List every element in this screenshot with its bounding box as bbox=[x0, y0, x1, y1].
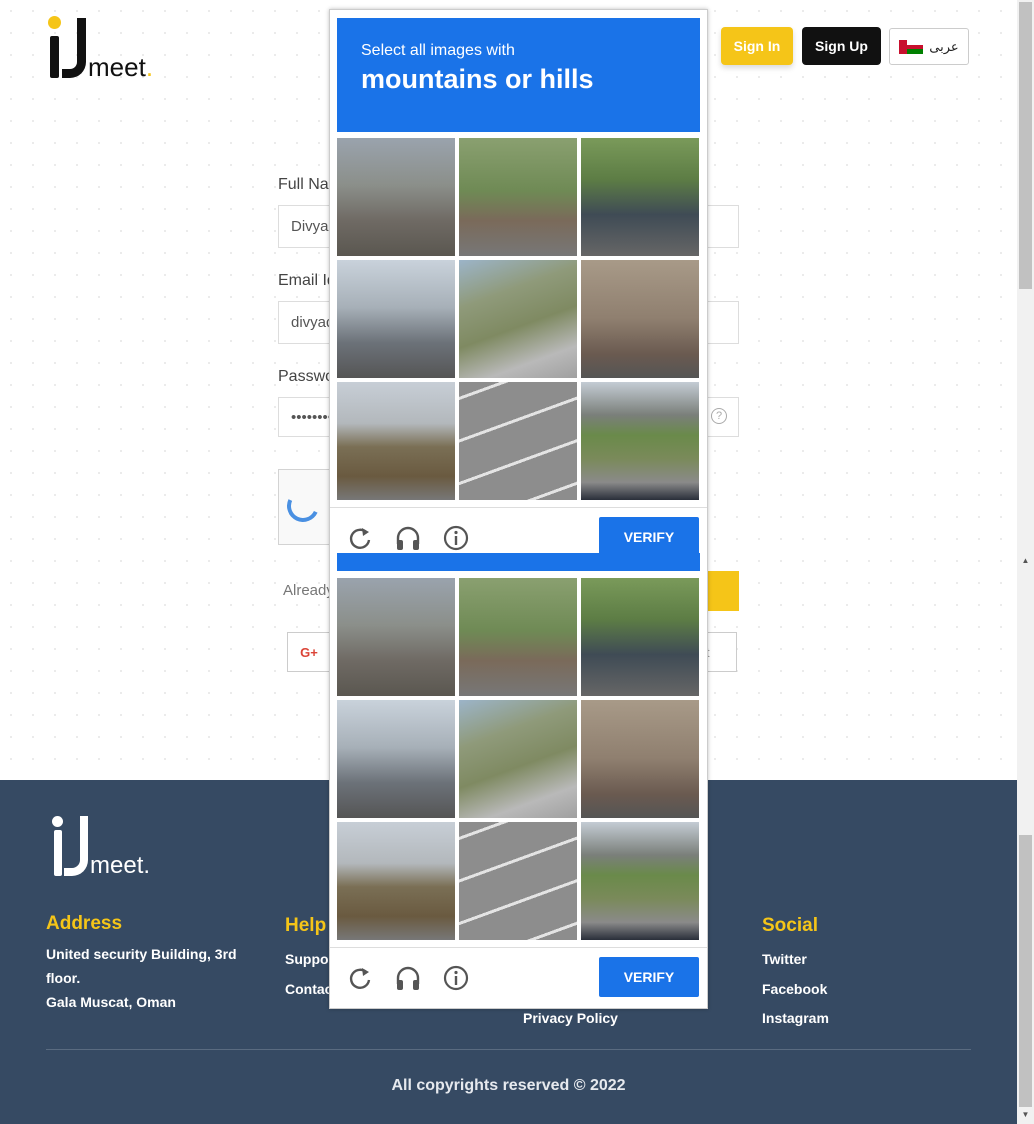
contact-link[interactable]: Contac bbox=[285, 981, 332, 997]
facebook-link[interactable]: Facebook bbox=[762, 981, 827, 997]
tile-brick-building[interactable] bbox=[581, 260, 699, 378]
support-link[interactable]: Suppor bbox=[285, 951, 334, 967]
brand-logo[interactable]: meet. bbox=[48, 16, 168, 82]
recaptcha-checkbox[interactable] bbox=[278, 469, 334, 545]
tile-overpass[interactable] bbox=[581, 382, 699, 500]
tile-hill-road[interactable] bbox=[459, 260, 577, 378]
tile-traffic-light-duplicate[interactable] bbox=[337, 578, 455, 696]
footer-divider bbox=[46, 1049, 971, 1050]
loading-spinner-icon bbox=[282, 485, 324, 527]
scroll-down-arrow-icon[interactable]: ▼ bbox=[1019, 1110, 1032, 1122]
oman-flag-icon bbox=[899, 39, 924, 54]
tile-street-hillside[interactable] bbox=[459, 138, 577, 256]
tile-hill-road-duplicate[interactable] bbox=[459, 700, 577, 818]
reload-icon[interactable] bbox=[346, 524, 376, 554]
verify-button[interactable]: VERIFY bbox=[599, 517, 699, 557]
copyright-text: All copyrights reserved © 2022 bbox=[391, 1077, 626, 1094]
social-login-button[interactable]: t bbox=[706, 632, 737, 672]
captcha-header-strip bbox=[337, 553, 700, 571]
sign-up-button[interactable]: Sign Up bbox=[802, 27, 881, 65]
info-icon-duplicate[interactable] bbox=[442, 964, 472, 994]
full-name-label: Full Na bbox=[278, 176, 329, 193]
captcha-target-label: mountains or hills bbox=[361, 64, 594, 94]
instagram-link[interactable]: Instagram bbox=[762, 1010, 829, 1026]
tile-hill-grass[interactable] bbox=[337, 382, 455, 500]
address-heading: Address bbox=[46, 913, 123, 934]
email-value: divyad bbox=[291, 314, 335, 331]
tile-city-street[interactable] bbox=[337, 260, 455, 378]
captcha-instructions: Select all images with mountains or hill… bbox=[337, 18, 700, 132]
address-text: United security Building, 3rd floor. Gal… bbox=[46, 946, 237, 1010]
tile-suv-road-duplicate[interactable] bbox=[581, 578, 699, 696]
tile-traffic-light[interactable] bbox=[337, 138, 455, 256]
verify-button-duplicate[interactable]: VERIFY bbox=[599, 957, 699, 997]
language-switch-button[interactable]: عربى bbox=[889, 28, 969, 65]
logo-j bbox=[62, 18, 86, 78]
help-heading: Help bbox=[285, 915, 327, 936]
footer-logo-i bbox=[54, 830, 62, 876]
sign-in-button[interactable]: Sign In bbox=[721, 27, 793, 65]
footer-logo-j bbox=[64, 816, 88, 876]
logo-wordmark: meet. bbox=[88, 52, 154, 82]
info-icon[interactable] bbox=[442, 524, 472, 554]
tile-brick-building-duplicate[interactable] bbox=[581, 700, 699, 818]
tile-road-lanes-duplicate[interactable] bbox=[459, 822, 577, 940]
tile-city-street-duplicate[interactable] bbox=[337, 700, 455, 818]
headphones-icon-duplicate[interactable] bbox=[394, 964, 424, 994]
headphones-icon[interactable] bbox=[394, 524, 424, 554]
social-heading: Social bbox=[762, 915, 818, 936]
google-plus-button[interactable]: G+ bbox=[287, 632, 331, 672]
footer-logo-dot bbox=[52, 816, 63, 827]
logo-dot bbox=[48, 16, 61, 29]
logo-i bbox=[50, 36, 59, 78]
tile-overpass-duplicate[interactable] bbox=[581, 822, 699, 940]
captcha-instruction-line: Select all images with bbox=[361, 42, 515, 59]
footer-logo[interactable]: meet. bbox=[52, 816, 162, 880]
password-label: Passwo bbox=[278, 368, 335, 385]
password-value: •••••••• bbox=[291, 408, 334, 426]
captcha-separator-duplicate bbox=[330, 947, 707, 948]
tile-suv-road[interactable] bbox=[581, 138, 699, 256]
scrollbar-thumb-secondary[interactable] bbox=[1019, 835, 1032, 1107]
tile-road-lanes[interactable] bbox=[459, 382, 577, 500]
tile-hill-grass-duplicate[interactable] bbox=[337, 822, 455, 940]
email-label: Email Id bbox=[278, 272, 336, 289]
scrollbar-thumb[interactable] bbox=[1019, 2, 1032, 289]
full-name-value: Divya bbox=[291, 218, 329, 235]
already-account-text: Already bbox=[283, 582, 334, 599]
captcha-separator bbox=[330, 507, 707, 508]
reload-icon-duplicate[interactable] bbox=[346, 964, 376, 994]
scroll-up-arrow-icon[interactable]: ▲ bbox=[1019, 556, 1032, 568]
language-label: عربى bbox=[929, 38, 959, 54]
twitter-link[interactable]: Twitter bbox=[762, 951, 807, 967]
tile-street-hillside-duplicate[interactable] bbox=[459, 578, 577, 696]
privacy-policy-link[interactable]: Privacy Policy bbox=[523, 1010, 618, 1026]
password-help-icon[interactable]: ? bbox=[711, 408, 727, 424]
footer-logo-wordmark: meet. bbox=[90, 852, 151, 879]
submit-button[interactable] bbox=[706, 571, 739, 611]
